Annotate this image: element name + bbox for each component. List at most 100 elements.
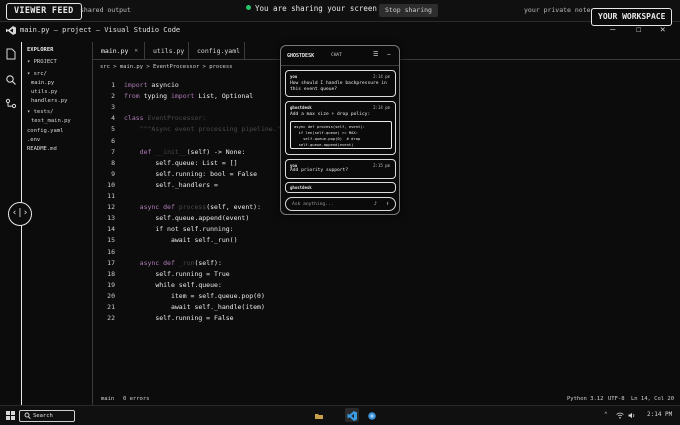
- wifi-icon[interactable]: [616, 412, 624, 419]
- ghostdesk-header: GHOSTDESK CHAT ☰ −: [281, 46, 399, 66]
- search-icon[interactable]: [5, 74, 17, 86]
- code-line: 21 await self._handle(item): [93, 302, 653, 313]
- code-token-indent: [124, 125, 140, 133]
- code-token-kw: async def: [139, 258, 175, 267]
- minimize-button[interactable]: —: [610, 25, 615, 35]
- vscode-taskbar-button[interactable]: [345, 408, 359, 422]
- code-token-indent: [124, 314, 155, 322]
- tab-main-py[interactable]: main.py ✕: [93, 42, 145, 60]
- tab-label: config.yaml: [197, 47, 241, 55]
- file-explorer-icon[interactable]: [314, 411, 324, 421]
- code-token-kw2: import: [170, 92, 195, 101]
- chat-input[interactable]: Ask anything... ♪ ↑: [285, 197, 396, 211]
- line-number: 10: [107, 180, 115, 189]
- code-snippet-line: if len(self.queue) >= MAX:: [294, 130, 359, 135]
- chevron-up-icon[interactable]: ⌃: [604, 411, 608, 418]
- code-token-kw: async def: [139, 203, 175, 212]
- tree-item-utils-py[interactable]: utils.py: [31, 89, 58, 95]
- code-text: self.running = False: [124, 313, 234, 324]
- code-token-indent: [124, 225, 155, 233]
- line-number: 18: [107, 269, 115, 278]
- explorer-panel: EXPLORER ▾ PROJECT ▾ src/ main.py utils.…: [22, 42, 93, 405]
- windows-start-icon[interactable]: [6, 411, 15, 420]
- chat-input-placeholder: Ask anything...: [292, 202, 334, 207]
- code-token-rest: self.running = False: [155, 314, 234, 323]
- code-token-rest: self.running: bool = False: [155, 169, 258, 178]
- attach-icon[interactable]: ♪: [374, 201, 377, 207]
- breadcrumb[interactable]: src > main.py > EventProcessor > process: [100, 64, 232, 70]
- code-text: await self._run(): [124, 235, 238, 246]
- line-number: 2: [111, 92, 115, 101]
- status-bar: main 0 errors Python 3.12 UTF-8 Ln 14, C…: [93, 393, 680, 405]
- minimize-icon[interactable]: −: [387, 51, 391, 58]
- message-text: Add a max size + drop policy:: [290, 112, 371, 117]
- debug-icon[interactable]: ‹|›: [8, 202, 32, 226]
- send-icon[interactable]: ↑: [386, 201, 389, 207]
- ghostdesk-panel: GHOSTDESK CHAT ☰ − you 2:14 pm How shoul…: [280, 45, 400, 215]
- tree-item-handlers-py[interactable]: handlers.py: [31, 98, 67, 104]
- close-button[interactable]: ✕: [660, 25, 665, 35]
- tree-item-test-main-py[interactable]: test_main.py: [31, 118, 71, 124]
- code-token-rest: self.queue.append(event): [155, 214, 250, 223]
- tree-item-tests[interactable]: ▾ tests/: [27, 109, 54, 115]
- message-author: ghostdesk: [290, 105, 312, 110]
- your-workspace-badge: YOUR WORKSPACE: [591, 8, 673, 26]
- code-token-ghost: _run: [178, 258, 195, 267]
- code-token-indent: [124, 270, 155, 278]
- files-icon[interactable]: [5, 48, 17, 60]
- line-number: 1: [111, 81, 115, 89]
- tree-item-main-py[interactable]: main.py: [31, 80, 54, 86]
- viewer-feed-badge: VIEWER FEED: [6, 3, 82, 20]
- code-token-indent: [124, 181, 155, 189]
- code-snippet-line: self.queue.pop(0) # drop: [294, 136, 361, 141]
- code-text: from typing import List, Optional: [124, 91, 253, 102]
- chat-message-assistant-pending: ghostdesk: [285, 182, 396, 193]
- code-text: async def _run(self):: [124, 258, 222, 269]
- code-line: 22 self.running = False: [93, 313, 653, 324]
- line-number: 5: [111, 125, 115, 134]
- volume-icon[interactable]: [628, 412, 636, 419]
- tab-chat[interactable]: CHAT: [331, 53, 342, 58]
- status-branch[interactable]: main: [101, 396, 114, 402]
- status-language[interactable]: Python 3.12: [567, 396, 603, 402]
- code-snippet-line: self.queue.append(event): [294, 142, 354, 147]
- shared-output-label: shared output: [80, 6, 131, 14]
- code-snippet: async def process(self, event): if len(s…: [290, 121, 392, 149]
- search-icon: [24, 412, 31, 420]
- taskbar-search[interactable]: Search: [19, 410, 75, 422]
- tree-item-readme[interactable]: README.md: [27, 146, 57, 152]
- message-text: Add priority support?: [290, 168, 349, 173]
- message-time: 2:14 pm: [373, 74, 390, 79]
- tree-item-project[interactable]: ▾ PROJECT: [27, 59, 57, 65]
- status-encoding[interactable]: UTF-8: [608, 396, 625, 402]
- status-cursor[interactable]: Ln 14, Col 20: [631, 396, 674, 402]
- tab-utils-py[interactable]: utils.py: [145, 42, 189, 60]
- tab-config-yaml[interactable]: config.yaml: [189, 42, 245, 60]
- status-errors[interactable]: 0 errors: [123, 396, 150, 402]
- line-number: 16: [107, 247, 115, 256]
- close-icon[interactable]: ✕: [134, 42, 138, 60]
- clock[interactable]: 2:14 PM: [647, 411, 672, 418]
- code-token-rest: if not self.running:: [155, 225, 234, 234]
- sharing-status-text: You are sharing your screen: [255, 4, 377, 13]
- tree-item-src[interactable]: ▾ src/: [27, 71, 47, 77]
- tree-item-env[interactable]: .env: [27, 137, 40, 143]
- vscode-icon: [6, 26, 16, 35]
- line-number: 8: [111, 158, 115, 167]
- code-token-rest: await self._handle(item): [170, 303, 265, 311]
- share-banner: VIEWER FEED shared output You are sharin…: [0, 0, 680, 22]
- maximize-button[interactable]: ☐: [636, 25, 641, 35]
- stop-sharing-button[interactable]: Stop sharing: [379, 4, 438, 17]
- menu-icon[interactable]: ☰: [373, 51, 378, 58]
- tab-label: utils.py: [153, 47, 185, 55]
- source-control-icon[interactable]: [5, 98, 17, 110]
- code-token-indent: [124, 170, 155, 178]
- tree-item-config-yaml[interactable]: config.yaml: [27, 128, 63, 134]
- search-label: Search: [33, 413, 53, 419]
- code-text: item = self.queue.pop(0): [124, 291, 265, 302]
- line-number: 15: [107, 236, 115, 245]
- code-token-rest: self._handlers =: [155, 180, 222, 189]
- browser-icon[interactable]: [367, 411, 377, 421]
- code-token-rest: asyncio: [147, 81, 179, 89]
- code-token-rest2: List, Optional: [194, 92, 254, 101]
